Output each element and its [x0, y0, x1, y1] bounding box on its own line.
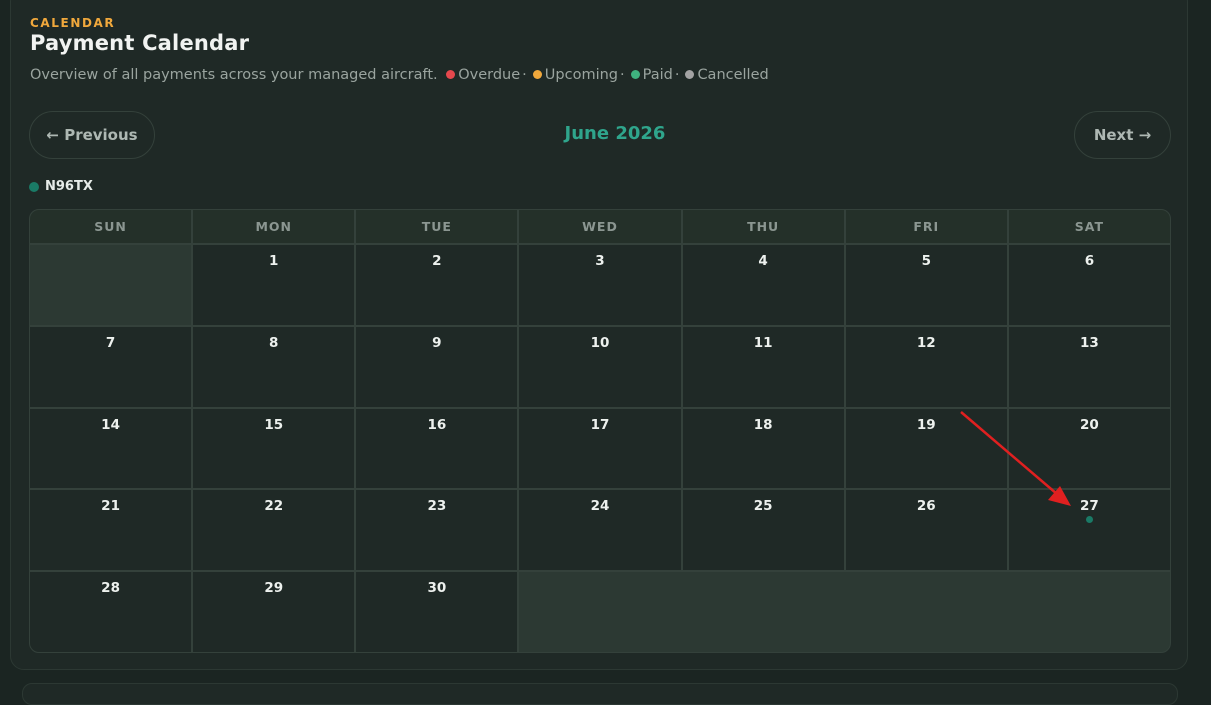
weekday-header-thu: THU — [682, 210, 844, 243]
day-number: 13 — [1080, 334, 1099, 351]
day-cell-23[interactable]: 23 — [356, 490, 518, 571]
weekday-header-sat: SAT — [1008, 210, 1170, 243]
day-number: 19 — [916, 416, 936, 433]
day-cell-21[interactable]: 21 — [30, 490, 192, 571]
day-cell-3[interactable]: 3 — [519, 245, 681, 325]
day-cell-27[interactable]: 27 — [1008, 490, 1170, 571]
day-cell-15[interactable]: 15 — [193, 408, 355, 489]
payment-event-dot[interactable] — [1086, 516, 1094, 524]
page-title: Payment Calendar — [30, 31, 250, 55]
day-number: 17 — [590, 416, 610, 433]
subtitle-text: Overview of all payments across your man… — [30, 67, 438, 83]
day-number: 3 — [595, 253, 605, 269]
day-number: 29 — [264, 580, 284, 597]
status-dot-upcoming — [532, 70, 542, 79]
day-number: 4 — [758, 253, 768, 269]
day-cell-2[interactable]: 2 — [356, 245, 518, 325]
day-cell-14[interactable]: 14 — [30, 408, 192, 489]
day-cell-26[interactable]: 26 — [845, 490, 1007, 571]
status-label-upcoming: Upcoming — [544, 67, 618, 83]
day-cell-12[interactable]: 12 — [845, 326, 1007, 407]
next-card — [22, 683, 1178, 705]
day-number: 22 — [264, 498, 284, 515]
day-number: 1 — [269, 253, 279, 269]
day-number: 5 — [921, 253, 931, 269]
day-number: 12 — [916, 334, 936, 351]
day-number: 8 — [269, 334, 279, 351]
day-cell-20[interactable]: 20 — [1008, 408, 1170, 489]
day-cell-28[interactable]: 28 — [30, 572, 192, 652]
day-number: 27 — [1080, 498, 1099, 515]
day-cell-5[interactable]: 5 — [845, 245, 1007, 325]
day-cell-11[interactable]: 11 — [682, 326, 844, 407]
day-number: 2 — [432, 253, 442, 269]
calendar-grid: SUN MON TUE WED THU FRI SAT 1 2 3 4 5 6 7 8 9 10 11 12 13 14… — [29, 209, 1171, 653]
status-label-overdue: Overdue — [458, 67, 521, 83]
day-number: 9 — [432, 334, 442, 351]
weekday-header-sun: SUN — [30, 210, 192, 243]
day-cell-17[interactable]: 17 — [519, 408, 681, 489]
day-cell-4[interactable]: 4 — [682, 245, 844, 325]
weekday-header-fri: FRI — [845, 210, 1007, 243]
page-subtitle: Overview of all payments across your man… — [30, 67, 769, 83]
day-number: 10 — [590, 334, 610, 351]
current-month-label: June 2026 — [564, 123, 666, 144]
section-eyebrow: CALENDAR — [30, 16, 116, 30]
day-number: 11 — [753, 334, 773, 351]
status-separator: · — [522, 67, 527, 83]
day-cell-24[interactable]: 24 — [519, 490, 681, 571]
day-cell-22[interactable]: 22 — [193, 490, 355, 571]
weekday-header-mon: MON — [193, 210, 355, 243]
day-number: 14 — [101, 416, 120, 433]
status-label-cancelled: Cancelled — [697, 67, 769, 83]
day-number: 15 — [264, 416, 284, 433]
day-cell-13[interactable]: 13 — [1008, 326, 1170, 407]
day-cell-25[interactable]: 25 — [682, 490, 844, 571]
day-cell-10[interactable]: 10 — [519, 326, 681, 407]
day-cell-18[interactable]: 18 — [682, 408, 844, 489]
day-number: 20 — [1080, 416, 1099, 433]
day-cell-29[interactable]: 29 — [193, 572, 355, 652]
status-separator: · — [674, 67, 680, 83]
day-number: 30 — [427, 580, 447, 597]
empty-day-cell — [30, 245, 192, 325]
day-number: 24 — [590, 498, 610, 515]
status-legend: Overdue · Upcoming · Paid · Cancelled — [442, 67, 769, 83]
aircraft-color-dot — [29, 181, 39, 192]
day-number: 16 — [427, 416, 447, 433]
day-cell-9[interactable]: 9 — [356, 326, 518, 407]
aircraft-legend[interactable]: N96TX — [29, 179, 93, 194]
day-number: 25 — [753, 498, 773, 515]
weekday-header-tue: TUE — [356, 210, 518, 243]
status-dot-cancelled — [685, 70, 695, 79]
previous-month-button[interactable]: ← Previous — [29, 111, 155, 159]
status-dot-paid — [630, 70, 640, 79]
day-cell-6[interactable]: 6 — [1008, 245, 1170, 325]
status-separator: · — [620, 67, 625, 83]
aircraft-legend-label: N96TX — [45, 179, 93, 194]
day-cell-7[interactable]: 7 — [30, 326, 192, 407]
day-number: 7 — [105, 334, 116, 351]
status-label-paid: Paid — [642, 67, 673, 83]
day-cell-8[interactable]: 8 — [193, 326, 355, 407]
day-number: 21 — [101, 498, 120, 515]
day-cell-16[interactable]: 16 — [356, 408, 518, 489]
status-dot-overdue — [446, 70, 456, 79]
empty-day-cells — [519, 572, 1170, 652]
day-number: 6 — [1084, 253, 1095, 269]
day-cell-30[interactable]: 30 — [356, 572, 518, 652]
day-cell-19[interactable]: 19 — [845, 408, 1007, 489]
payment-calendar-card: CALENDAR Payment Calendar Overview of al… — [10, 0, 1188, 670]
next-month-button[interactable]: Next → — [1074, 111, 1171, 159]
day-number: 26 — [916, 498, 936, 515]
day-number: 18 — [753, 416, 773, 433]
day-number: 28 — [101, 580, 120, 597]
weekday-header-wed: WED — [519, 210, 681, 243]
day-cell-1[interactable]: 1 — [193, 245, 355, 325]
day-number: 23 — [427, 498, 447, 515]
